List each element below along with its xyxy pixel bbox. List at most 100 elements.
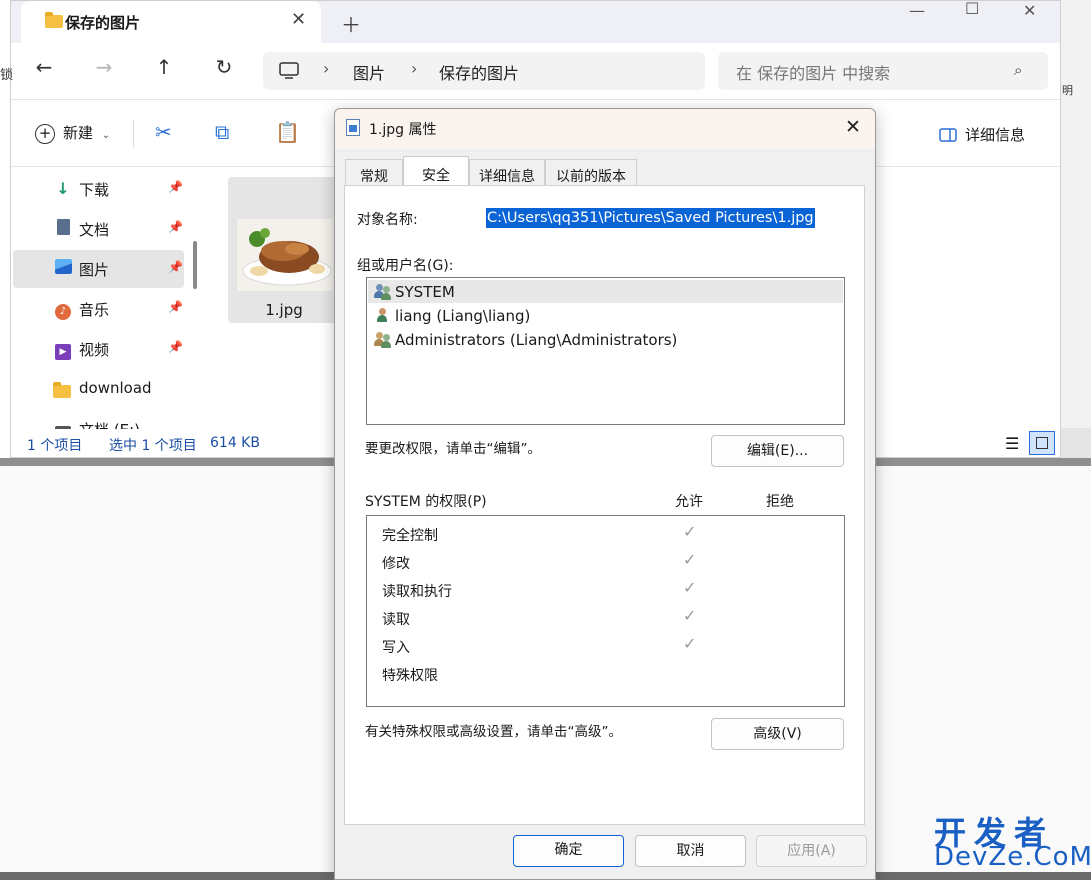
dialog-title: 1.jpg 属性 <box>369 122 437 138</box>
check-icon: ✓ <box>683 606 697 625</box>
check-icon: ✓ <box>683 578 697 597</box>
refresh-icon[interactable]: ↻ <box>209 55 239 79</box>
maximize-icon[interactable]: ☐ <box>965 1 979 18</box>
background-text: 明 <box>1062 84 1073 97</box>
chevron-right-icon: › <box>323 59 330 78</box>
plus-icon: + <box>35 123 55 144</box>
details-view-icon[interactable]: ☰ <box>1005 434 1019 453</box>
pin-icon[interactable]: 📌 <box>168 180 183 194</box>
sidebar-item-downloads[interactable]: ↓ 下载 📌 <box>13 170 184 208</box>
selected-count: 选中 1 个项目 <box>109 438 197 454</box>
apply-button[interactable]: 应用(A) <box>756 835 867 867</box>
permissions-label: SYSTEM 的权限(P) <box>365 494 487 510</box>
tab-security[interactable]: 安全 <box>403 156 469 186</box>
paste-icon[interactable]: 📋 <box>275 120 300 144</box>
copy-icon[interactable]: ⧉ <box>215 120 229 144</box>
table-row: 读取和执行 ✓ <box>367 578 844 604</box>
sidebar-item-download-folder[interactable]: download <box>13 370 184 408</box>
window-close-icon[interactable]: ✕ <box>1023 1 1036 20</box>
group-users-label: 组或用户名(G): <box>357 258 454 274</box>
document-icon <box>53 219 73 239</box>
user-icon <box>374 308 392 324</box>
sidebar-item-music[interactable]: ♪ 音乐 📌 <box>13 290 184 328</box>
list-item[interactable]: Administrators (Liang\Administrators) <box>368 328 843 351</box>
file-item-1jpg[interactable]: 1.jpg <box>228 177 340 323</box>
tab-previous-versions[interactable]: 以前的版本 <box>545 159 637 185</box>
table-row: 修改 ✓ <box>367 550 844 576</box>
tab-saved-pictures[interactable]: 保存的图片 ✕ <box>21 1 321 43</box>
new-tab-icon[interactable]: ＋ <box>341 9 361 38</box>
sidebar-item-label: 下载 <box>79 181 110 199</box>
list-item[interactable]: liang (Liang\liang) <box>368 304 843 327</box>
deny-column-header: 拒绝 <box>766 494 794 510</box>
tab-details[interactable]: 详细信息 <box>469 159 545 185</box>
address-bar[interactable]: › 图片 › 保存的图片 <box>263 52 705 90</box>
background-window-edge <box>1061 428 1091 458</box>
file-name: 1.jpg <box>265 301 303 319</box>
search-input[interactable]: 在 保存的图片 中搜索 ⌕ <box>718 52 1048 90</box>
table-row: 完全控制 ✓ <box>367 522 844 548</box>
table-row: 读取 ✓ <box>367 606 844 632</box>
group-users-icon <box>374 284 392 300</box>
sidebar-scrollbar[interactable] <box>193 241 197 289</box>
user-list[interactable]: SYSTEM liang (Liang\liang) Administrator… <box>366 277 845 425</box>
cut-icon[interactable]: ✂ <box>155 120 172 144</box>
permission-name: 读取 <box>382 612 410 628</box>
sidebar-item-label: 图片 <box>79 261 110 279</box>
breadcrumb-pictures[interactable]: 图片 <box>353 60 385 84</box>
check-icon: ✓ <box>683 522 697 541</box>
search-icon: ⌕ <box>1014 61 1023 79</box>
folder-icon <box>45 12 63 28</box>
minimize-icon[interactable]: — <box>909 1 925 20</box>
image-file-icon <box>346 119 360 136</box>
chevron-right-icon: › <box>411 59 418 78</box>
permissions-list: 完全控制 ✓ 修改 ✓ 读取和执行 ✓ 读取 ✓ 写入 ✓ 特殊权限 <box>366 515 845 707</box>
table-row: 写入 ✓ <box>367 634 844 660</box>
selected-size: 614 KB <box>210 435 260 451</box>
close-tab-icon[interactable]: ✕ <box>291 9 306 30</box>
sidebar-item-pictures[interactable]: 图片 📌 <box>13 250 184 288</box>
toolbar-divider <box>133 120 134 148</box>
pin-icon[interactable]: 📌 <box>168 220 183 234</box>
breadcrumb-saved-pictures[interactable]: 保存的图片 <box>439 60 519 84</box>
download-icon: ↓ <box>56 179 70 198</box>
music-icon: ♪ <box>53 299 73 320</box>
new-label: 新建 <box>63 124 94 142</box>
details-button[interactable]: 详细信息 <box>939 124 1025 145</box>
background-text: 锁 <box>0 68 14 83</box>
sidebar-item-label: 音乐 <box>79 301 110 319</box>
watermark-line2: DevZe.CoM <box>934 842 1091 872</box>
check-icon: ✓ <box>683 634 697 653</box>
object-name-label: 对象名称: <box>357 212 418 228</box>
pin-icon[interactable]: 📌 <box>168 340 183 354</box>
permission-name: 完全控制 <box>382 528 438 544</box>
back-icon[interactable]: ← <box>29 55 59 79</box>
chevron-down-icon: ⌄ <box>101 130 111 141</box>
sidebar-item-documents[interactable]: 文档 📌 <box>13 210 184 248</box>
computer-icon <box>279 62 299 79</box>
close-icon[interactable]: ✕ <box>845 116 861 138</box>
forward-icon[interactable]: → <box>89 55 119 79</box>
title-bar: 保存的图片 ✕ ＋ — ☐ ✕ <box>11 1 1060 43</box>
sidebar-item-videos[interactable]: ▶ 视频 📌 <box>13 330 184 368</box>
tab-general[interactable]: 常规 <box>345 159 403 185</box>
pin-icon[interactable]: 📌 <box>168 260 183 274</box>
new-button[interactable]: + 新建 ⌄ <box>35 122 110 144</box>
object-name-value[interactable]: C:\Users\qq351\Pictures\Saved Pictures\1… <box>486 208 815 228</box>
edit-button[interactable]: 编辑(E)... <box>711 435 844 467</box>
user-name: liang (Liang\liang) <box>395 307 531 325</box>
large-icons-view-icon[interactable] <box>1029 431 1055 455</box>
user-name: Administrators (Liang\Administrators) <box>395 331 678 349</box>
navigation-pane: ↓ 下载 📌 文档 📌 图片 📌 ♪ 音乐 📌 ▶ 视频 📌 download <box>11 167 186 439</box>
list-item[interactable]: SYSTEM <box>368 280 843 303</box>
cancel-button[interactable]: 取消 <box>635 835 746 867</box>
advanced-button[interactable]: 高级(V) <box>711 718 844 750</box>
image-thumbnail <box>237 219 333 291</box>
navigation-bar: ← → ↑ ↻ › 图片 › 保存的图片 在 保存的图片 中搜索 ⌕ <box>11 43 1060 100</box>
pin-icon[interactable]: 📌 <box>168 300 183 314</box>
up-icon[interactable]: ↑ <box>149 55 179 79</box>
background-window-edge <box>1061 0 1091 458</box>
ok-button[interactable]: 确定 <box>513 835 624 867</box>
details-pane-icon <box>939 128 957 142</box>
tab-title: 保存的图片 <box>65 14 141 32</box>
